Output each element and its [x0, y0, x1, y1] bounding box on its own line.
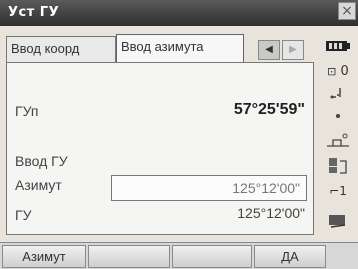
title-bar: Уст ГУ ×: [0, 0, 358, 26]
softkey-2[interactable]: [88, 245, 170, 268]
page-icon: ⌐1: [329, 184, 347, 198]
window-title: Уст ГУ: [8, 5, 60, 20]
azimuth-label: Азимут: [15, 177, 62, 193]
dot-icon: [318, 110, 358, 124]
tilt-icon: [318, 130, 358, 153]
softkey-3[interactable]: [172, 245, 252, 268]
tab-prev-button[interactable]: ◀: [258, 40, 280, 60]
tab-azimuth-input[interactable]: Ввод азимута: [116, 34, 244, 62]
signal-icon: [318, 84, 358, 103]
softkey-bar: Азимут ДА: [0, 242, 358, 269]
status-bar: ⊡ 0 ⌐1: [318, 34, 358, 240]
gu-value: 125°12'00": [237, 205, 305, 221]
gu-label: ГУ: [15, 207, 32, 223]
input-mode-icon: [318, 212, 358, 233]
azimuth-input-value: 125°12'00": [232, 180, 300, 196]
prism-constant-icon: ⊡ 0: [327, 64, 349, 79]
target-icon: [318, 156, 358, 179]
section-label: Ввод ГУ: [15, 153, 68, 169]
prism-constant-value: 0: [340, 64, 349, 79]
azimuth-input[interactable]: 125°12'00": [111, 175, 307, 201]
close-button[interactable]: ×: [338, 2, 356, 20]
gup-label: ГУп: [15, 103, 39, 119]
softkey-yes[interactable]: ДА: [254, 245, 326, 268]
tab-next-button[interactable]: ▶: [282, 40, 304, 60]
softkey-azimuth[interactable]: Азимут: [2, 245, 86, 268]
battery-icon: [318, 40, 358, 55]
gup-value: 57°25'59": [233, 101, 305, 118]
tab-coord-input[interactable]: Ввод коорд: [6, 36, 116, 62]
azimuth-panel: ГУп 57°25'59" Ввод ГУ Азимут 125°12'00" …: [6, 62, 314, 235]
page-number: 1: [339, 184, 347, 198]
tab-scroll: ◀ ▶: [258, 40, 308, 60]
